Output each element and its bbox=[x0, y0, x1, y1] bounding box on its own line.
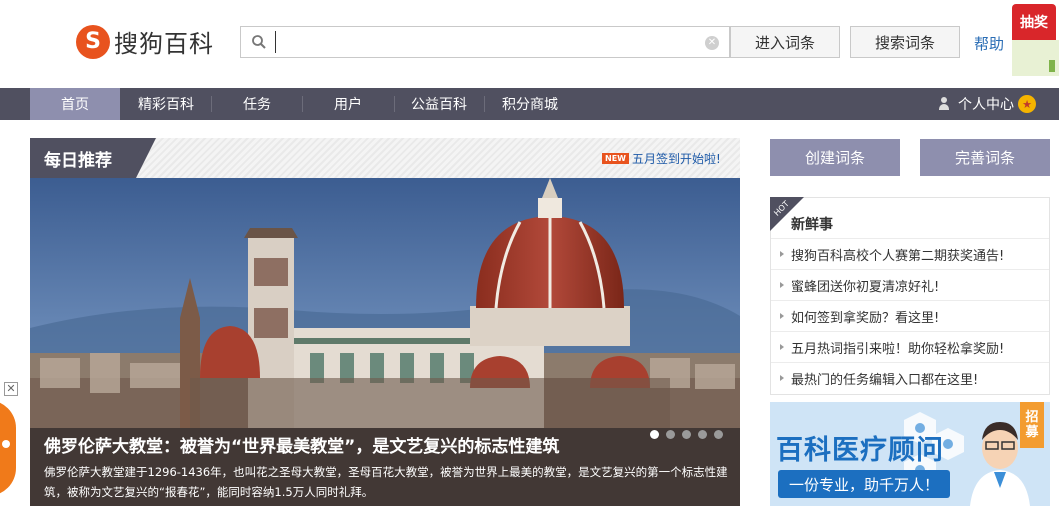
carousel-dot[interactable] bbox=[698, 430, 707, 439]
carousel-dot[interactable] bbox=[682, 430, 691, 439]
search-entry-button[interactable]: 搜索词条 bbox=[850, 26, 960, 58]
floating-widget[interactable] bbox=[0, 400, 16, 496]
page: S 搜狗百科 ✕ 进入词条 搜索词条 帮助 抽奖 首页 精彩百科 任务 用户 公… bbox=[0, 0, 1059, 508]
nav-item-tasks[interactable]: 任务 bbox=[212, 88, 302, 120]
nav-item-charity[interactable]: 公益百科 bbox=[394, 88, 484, 120]
news-item[interactable]: 最热门的任务编辑入口都在这里! bbox=[771, 362, 1049, 393]
lottery-gift-icon bbox=[1012, 40, 1059, 76]
create-entry-button[interactable]: 创建词条 bbox=[770, 139, 900, 176]
news-item[interactable]: 如何签到拿奖励？看这里! bbox=[771, 300, 1049, 331]
star-badge-icon: ★ bbox=[1018, 95, 1036, 113]
recruit-badge: 招募 bbox=[1020, 402, 1044, 448]
main-nav: 首页 精彩百科 任务 用户 公益百科 积分商城 个人中心 ★ bbox=[0, 88, 1059, 120]
logo-text: 搜狗百科 bbox=[114, 30, 214, 58]
carousel-dot[interactable] bbox=[650, 430, 659, 439]
lottery-tag: 抽奖 bbox=[1012, 4, 1056, 40]
news-title: 新鲜事 bbox=[791, 217, 833, 233]
banner-description: 佛罗伦萨大教堂建于1296-1436年，也叫花之圣母大教堂，圣母百花大教堂，被誉… bbox=[44, 465, 728, 499]
logo-icon: S bbox=[76, 24, 110, 59]
news-item[interactable]: 搜狗百科高校个人赛第二期获奖通告! bbox=[771, 238, 1049, 269]
medical-advisor-ad[interactable]: 百科医疗顾问 一份专业，助千万人！ 招募 bbox=[770, 402, 1050, 506]
search-icon bbox=[252, 35, 266, 49]
carousel-dots bbox=[650, 430, 730, 439]
signin-notice-text: 五月签到开始啦! bbox=[631, 152, 721, 166]
close-icon[interactable]: ✕ bbox=[4, 382, 18, 396]
header: S 搜狗百科 ✕ 进入词条 搜索词条 帮助 抽奖 bbox=[0, 0, 1059, 88]
help-link[interactable]: 帮助 bbox=[974, 33, 1004, 54]
daily-recommend-title: 每日推荐 bbox=[30, 138, 156, 178]
nav-item-home[interactable]: 首页 bbox=[30, 88, 120, 120]
clear-icon[interactable]: ✕ bbox=[705, 36, 719, 50]
ad-title: 百科医疗顾问 bbox=[776, 435, 944, 466]
nav-item-users[interactable]: 用户 bbox=[302, 88, 394, 120]
featured-banner[interactable]: 佛罗伦萨大教堂：被誉为“世界最美教堂”，是文艺复兴的标志性建筑 佛罗伦萨大教堂建… bbox=[30, 178, 740, 506]
lottery-banner[interactable]: 抽奖 bbox=[1012, 4, 1059, 76]
news-list: 搜狗百科高校个人赛第二期获奖通告! 蜜蜂团送你初夏清凉好礼! 如何签到拿奖励？看… bbox=[771, 238, 1049, 393]
user-center-label: 个人中心 bbox=[958, 97, 1014, 113]
ad-subtitle: 一份专业，助千万人！ bbox=[778, 470, 950, 498]
user-center-link[interactable]: 个人中心 ★ bbox=[938, 88, 1036, 120]
carousel-dot[interactable] bbox=[714, 430, 723, 439]
nav-item-points-mall[interactable]: 积分商城 bbox=[484, 88, 576, 120]
search-box[interactable]: ✕ bbox=[240, 26, 730, 58]
nav-item-featured[interactable]: 精彩百科 bbox=[120, 88, 212, 120]
banner-title[interactable]: 佛罗伦萨大教堂：被誉为“世界最美教堂”，是文艺复兴的标志性建筑 bbox=[44, 432, 559, 457]
improve-entry-button[interactable]: 完善词条 bbox=[920, 139, 1050, 176]
new-badge: NEW bbox=[602, 153, 629, 164]
enter-entry-button[interactable]: 进入词条 bbox=[730, 26, 840, 58]
news-item[interactable]: 五月热词指引来啦！助你轻松拿奖励! bbox=[771, 331, 1049, 362]
news-item[interactable]: 蜜蜂团送你初夏清凉好礼! bbox=[771, 269, 1049, 300]
user-icon bbox=[938, 97, 950, 111]
daily-recommend-header: 每日推荐 NEW 五月签到开始啦! bbox=[30, 138, 740, 178]
signin-notice[interactable]: NEW 五月签到开始啦! bbox=[602, 150, 721, 167]
news-panel: HOT 新鲜事 搜狗百科高校个人赛第二期获奖通告! 蜜蜂团送你初夏清凉好礼! 如… bbox=[770, 197, 1050, 395]
search-input[interactable] bbox=[275, 31, 695, 53]
carousel-dot[interactable] bbox=[666, 430, 675, 439]
logo[interactable]: S 搜狗百科 bbox=[76, 24, 214, 59]
